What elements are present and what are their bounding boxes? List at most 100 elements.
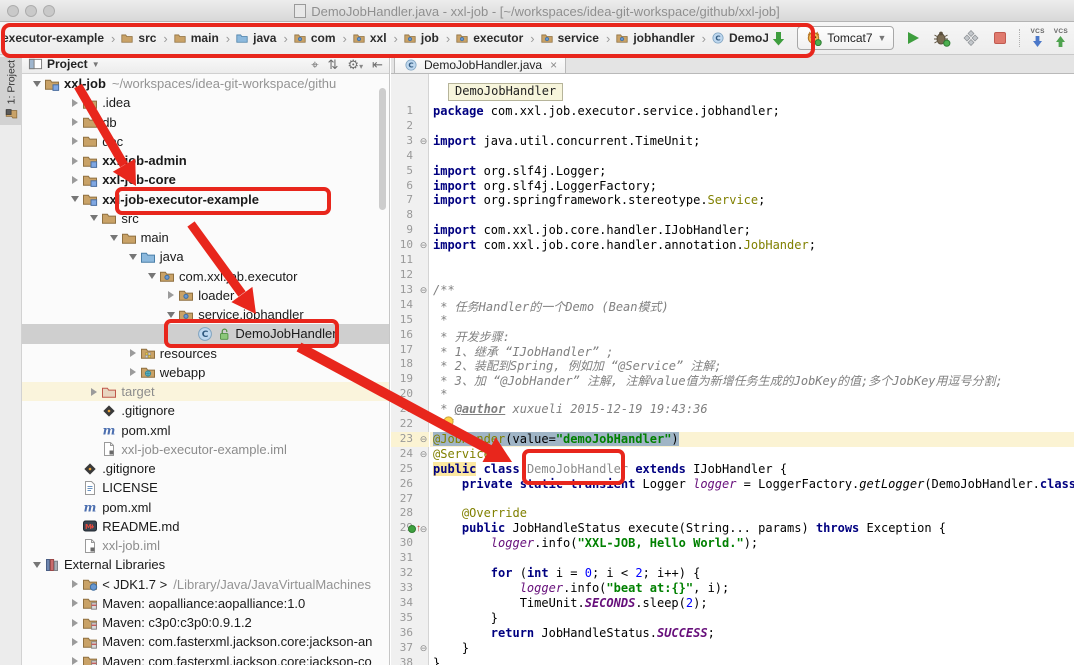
tree-item-xxl-job-core[interactable]: xxl-job-core [22,170,389,189]
line-number-7[interactable]: 7 [391,193,429,208]
tree-collapse-arrow[interactable] [68,196,82,202]
tree-item-main[interactable]: main [22,228,389,247]
tree-item-xxl-job-executor-example[interactable]: xxl-job-executor-example [22,190,389,209]
tree-item-com-xxl-job-executor[interactable]: com.xxl.job.executor [22,267,389,286]
tree-expand-arrow[interactable] [68,137,82,145]
breadcrumb-item-job[interactable]: job› [402,30,454,46]
tree-item-external-libraries[interactable]: External Libraries [22,555,389,574]
line-number-14[interactable]: 14 [391,298,429,313]
tree-item-db[interactable]: db [22,113,389,132]
line-number-17[interactable]: 17 [391,343,429,358]
line-number-18[interactable]: 18 [391,357,429,372]
breadcrumb-item-com[interactable]: com› [292,30,351,46]
line-number-38[interactable]: 38 [391,656,429,665]
fold-marker-icon[interactable]: ⊖ [418,286,429,295]
line-number-22[interactable]: 22 [391,417,429,432]
tree-expand-arrow[interactable] [68,657,82,665]
line-number-34[interactable]: 34 [391,596,429,611]
fold-marker-icon[interactable]: ⊖ [418,241,429,250]
tree-item--gitignore[interactable]: .gitignore [22,459,389,478]
tree-expand-arrow[interactable] [68,118,82,126]
tree-expand-arrow[interactable] [68,157,82,165]
tree-item-license[interactable]: LICENSE [22,478,389,497]
tree-item-maven-aopalliance-aopalliance-1-0[interactable]: Maven: aopalliance:aopalliance:1.0 [22,594,389,613]
line-number-12[interactable]: 12 [391,268,429,283]
project-tree-scrollbar[interactable] [379,88,386,210]
tree-expand-arrow[interactable] [126,349,140,357]
tree-item-target[interactable]: target [22,382,389,401]
scroll-from-source-icon[interactable]: ⇅ [328,58,339,71]
tree-item-readme-md[interactable]: MREADME.md [22,517,389,536]
line-number-8[interactable]: 8 [391,208,429,223]
line-number-33[interactable]: 33 [391,581,429,596]
breadcrumb-item-xxl[interactable]: xxl› [351,30,402,46]
tree-item--gitignore[interactable]: .gitignore [22,401,389,420]
tree-collapse-arrow[interactable] [145,273,159,279]
fold-marker-icon[interactable]: ⊖ [418,450,429,459]
fold-marker-icon[interactable]: ⊖ [418,137,429,146]
line-number-20[interactable]: 20 [391,387,429,402]
chevron-down-icon[interactable]: ▼ [92,60,100,69]
line-number-26[interactable]: 26 [391,477,429,492]
tree-item-src[interactable]: src [22,209,389,228]
line-number-21[interactable]: 21 [391,402,429,417]
line-number-16[interactable]: 16 [391,328,429,343]
tree-expand-arrow[interactable] [68,638,82,646]
tree-item-maven-com-fasterxml-jackson-core-jackson-an[interactable]: Maven: com.fasterxml.jackson.core:jackso… [22,632,389,651]
tree-expand-arrow[interactable] [68,176,82,184]
fold-marker-icon[interactable]: ⊖ [418,435,429,444]
breadcrumb-item-service[interactable]: service› [539,30,615,46]
tree-item-java[interactable]: java [22,247,389,266]
debug-button[interactable] [932,28,952,48]
line-number-35[interactable]: 35 [391,611,429,626]
breadcrumb-item-executor-example[interactable]: executor-example› [2,31,119,46]
line-number-25[interactable]: 25 [391,462,429,477]
tree-collapse-arrow[interactable] [87,215,101,221]
locate-file-icon[interactable]: ⌖ [311,58,318,71]
breadcrumb-item-java[interactable]: java› [234,30,292,46]
tree-item-maven-com-fasterxml-jackson-core-jackson-co[interactable]: Maven: com.fasterxml.jackson.core:jackso… [22,652,389,665]
line-number-30[interactable]: 30 [391,536,429,551]
tree-item-xxl-job-iml[interactable]: xxl-job.iml [22,536,389,555]
tree-item-webapp[interactable]: webapp [22,363,389,382]
tree-item-maven-c3p0-c3p0-0-9-1-2[interactable]: Maven: c3p0:c3p0:0.9.1.2 [22,613,389,632]
tree-collapse-arrow[interactable] [126,254,140,260]
tree-item-xxl-job-admin[interactable]: xxl-job-admin [22,151,389,170]
run-button[interactable] [903,28,923,48]
line-number-19[interactable]: 19 [391,372,429,387]
line-number-6[interactable]: 6 [391,179,429,194]
tree-collapse-arrow[interactable] [30,81,44,87]
tree-item-pom-xml[interactable]: mpom.xml [22,498,389,517]
close-tab-icon[interactable]: × [550,58,557,72]
tree-expand-arrow[interactable] [68,99,82,107]
project-tool-window-button[interactable]: 1: Project [0,57,22,125]
fold-marker-icon[interactable]: ⊖ [418,644,429,653]
line-number-15[interactable]: 15 [391,313,429,328]
line-number-2[interactable]: 2 [391,119,429,134]
line-number-32[interactable]: 32 [391,566,429,581]
line-number-11[interactable]: 11 [391,253,429,268]
tree-expand-arrow[interactable] [68,599,82,607]
line-number-28[interactable]: 28 [391,506,429,521]
editor-tab[interactable]: C DemoJobHandler.java × [394,55,566,73]
line-number-5[interactable]: 5 [391,164,429,179]
editor-body[interactable]: 1234567891011121314151617181920212223242… [391,74,1074,665]
line-number-9[interactable]: 9 [391,223,429,238]
tree-item-service-jobhandler[interactable]: service.jobhandler [22,305,389,324]
line-number-1[interactable]: 1 [391,104,429,119]
breadcrumb-item-jobhandler[interactable]: jobhandler› [614,30,710,46]
tree-collapse-arrow[interactable] [30,562,44,568]
vcs-update-button[interactable]: VCS [1030,29,1044,47]
tree-expand-arrow[interactable] [87,388,101,396]
tree-item--idea[interactable]: .idea [22,93,389,112]
line-number-36[interactable]: 36 [391,626,429,641]
tree-expand-arrow[interactable] [68,619,82,627]
coverage-button[interactable] [961,28,981,48]
line-number-31[interactable]: 31 [391,551,429,566]
tree-item-doc[interactable]: doc [22,132,389,151]
tree-expand-arrow[interactable] [68,580,82,588]
line-number-27[interactable]: 27 [391,492,429,507]
tree-item--jdk1-7-[interactable]: < JDK1.7 >/Library/Java/JavaVirtualMachi… [22,575,389,594]
breadcrumb-item-main[interactable]: main› [172,30,234,46]
tree-expand-arrow[interactable] [126,368,140,376]
